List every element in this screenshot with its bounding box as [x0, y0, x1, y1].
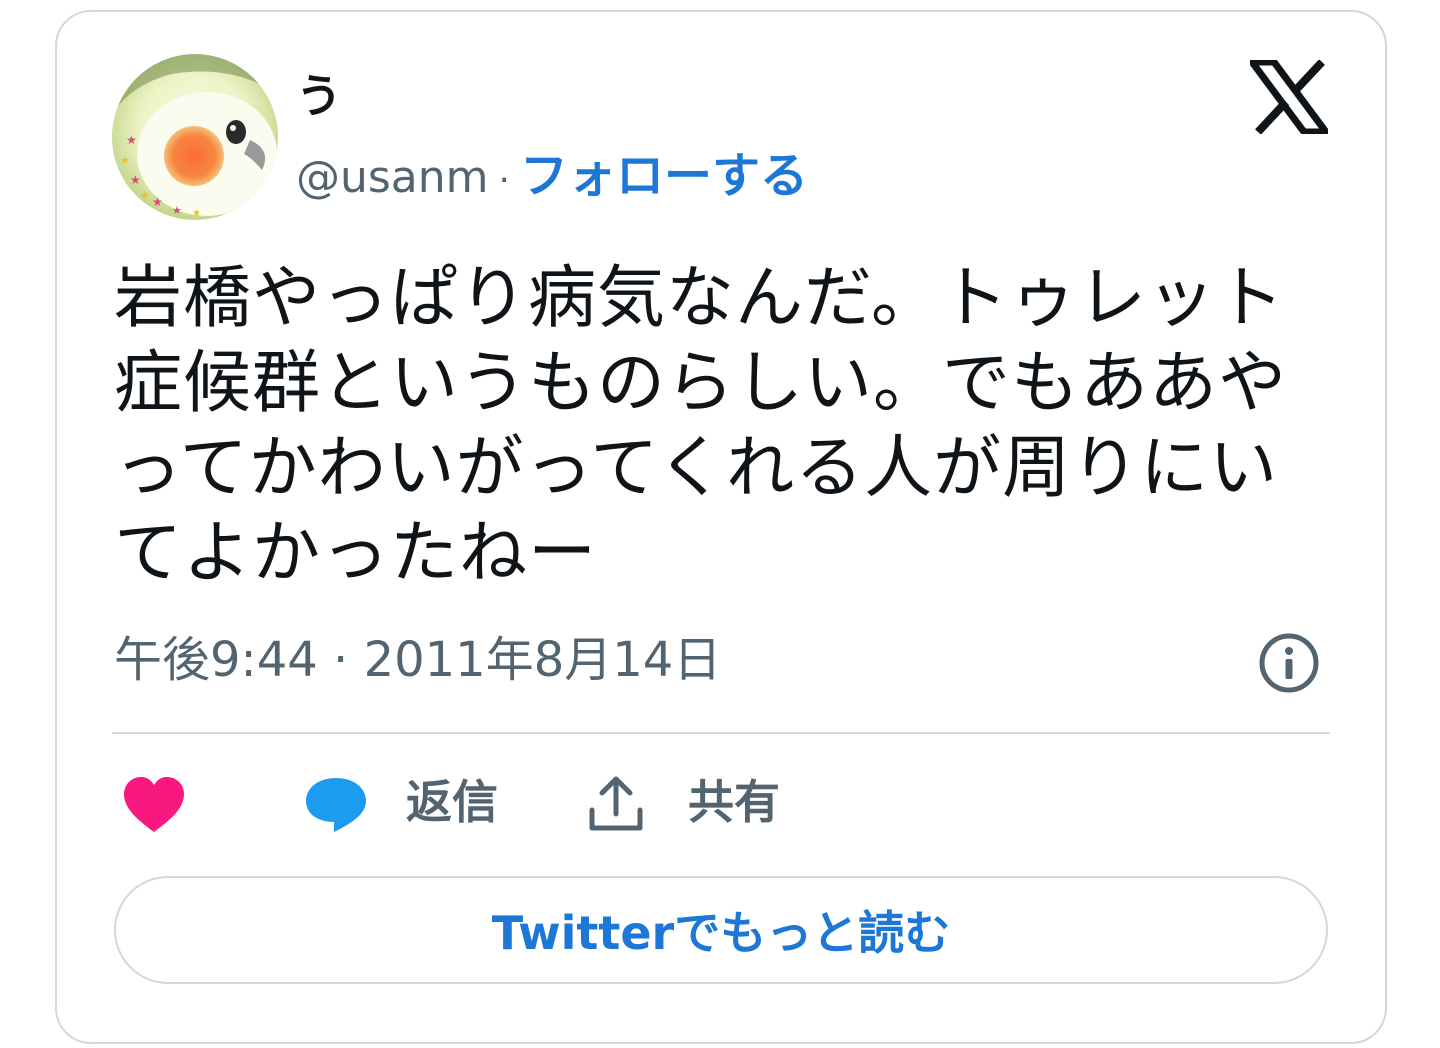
svg-text:★: ★	[192, 208, 201, 219]
read-more-button[interactable]: Twitterでもっと読む	[114, 876, 1328, 984]
svg-text:★: ★	[120, 154, 130, 167]
separator-dot: ·	[498, 160, 510, 201]
avatar[interactable]: ★ ★ ★ ★ ★ ★ ★	[112, 54, 278, 220]
tweet-timestamp[interactable]: 午後9:44 · 2011年8月14日	[114, 628, 721, 692]
svg-text:★: ★	[140, 189, 150, 202]
svg-text:★: ★	[152, 195, 163, 209]
svg-text:★: ★	[130, 173, 141, 187]
author-name[interactable]: う	[296, 66, 342, 126]
x-logo-icon[interactable]	[1245, 58, 1333, 136]
reply-label: 返信	[406, 775, 498, 829]
share-upload-icon	[586, 774, 646, 834]
divider	[112, 732, 1330, 734]
like-button[interactable]	[122, 776, 186, 834]
info-icon[interactable]	[1258, 632, 1320, 694]
handle-row: @usanm · フォローする	[296, 146, 808, 211]
avatar-image: ★ ★ ★ ★ ★ ★ ★	[112, 54, 278, 220]
svg-text:★: ★	[172, 204, 182, 217]
heart-icon	[124, 777, 184, 832]
follow-button[interactable]: フォローする	[520, 148, 808, 204]
tweet-text: 岩橋やっぱり病気なんだ。トゥレット症候群というものらしい。でもああやってかわいが…	[114, 259, 1288, 593]
speech-bubble-icon	[304, 776, 368, 834]
author-handle[interactable]: @usanm	[296, 152, 489, 203]
share-label: 共有	[688, 775, 780, 829]
svg-text:★: ★	[126, 133, 137, 147]
